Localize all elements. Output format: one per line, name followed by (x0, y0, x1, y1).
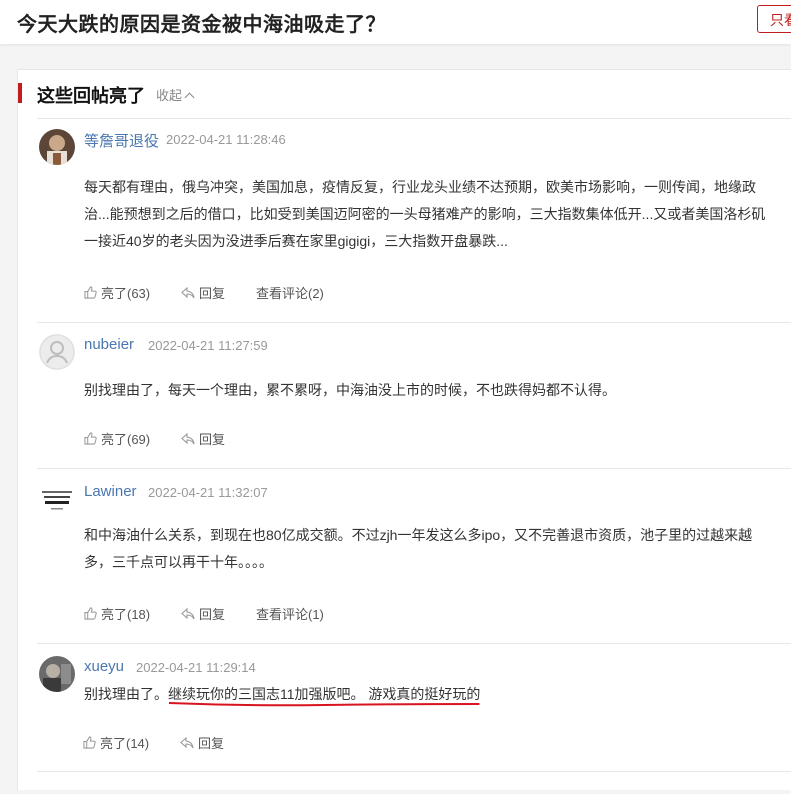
view-comments-link[interactable]: 查看评论(2) (256, 283, 324, 302)
reply-arrow-icon (181, 286, 195, 298)
reply-button[interactable]: 回复 (181, 429, 225, 448)
reply-arrow-icon (180, 736, 194, 748)
divider (37, 771, 791, 772)
like-label: 亮了(14) (100, 736, 150, 751)
red-underline-mark (168, 702, 480, 707)
chevron-up-icon (184, 92, 195, 103)
reply-label: 回复 (199, 607, 226, 622)
like-label: 亮了(63) (101, 286, 151, 301)
reply-label: 回复 (198, 736, 225, 751)
timestamp: 2022-04-21 11:29:14 (136, 660, 256, 675)
collapse-label: 收起 (156, 88, 183, 103)
avatar-image (39, 129, 75, 165)
content-prefix: 别找理由了。 (84, 686, 168, 702)
avatar[interactable] (39, 129, 75, 165)
username[interactable]: 等詹哥退役 (84, 130, 159, 151)
collapse-toggle[interactable]: 收起 (156, 85, 195, 104)
post-title: 今天大跌的原因是资金被中海油吸走了？ (17, 14, 386, 36)
reply-content: 别找理由了。继续玩你的三国志11加强版吧。 游戏真的挺好玩的 (84, 681, 774, 708)
reply-arrow-icon (181, 607, 195, 619)
view-comments-link[interactable]: 查看评论(1) (256, 604, 324, 623)
reply-item: Lawiner 2022-04-21 11:32:07 点 和中海油什么关系，到… (37, 469, 791, 644)
reply-label: 回复 (199, 286, 226, 301)
thumbs-up-icon (84, 432, 97, 445)
reply-button[interactable]: 回复 (180, 733, 224, 752)
panel-title: 这些回帖亮了 (37, 86, 145, 106)
reply-button[interactable]: 回复 (181, 604, 225, 623)
avatar-image (39, 656, 75, 692)
only-author-button[interactable]: 只看 (757, 5, 791, 33)
thumbs-up-icon (84, 286, 97, 299)
timestamp: 2022-04-21 11:27:59 (148, 338, 268, 353)
like-button[interactable]: 亮了(69) (84, 429, 150, 448)
timestamp: 2022-04-21 11:32:07 (148, 485, 268, 500)
username[interactable]: Lawiner (84, 483, 137, 500)
default-avatar-icon (39, 334, 75, 370)
timestamp: 2022-04-21 11:28:46 (166, 132, 286, 147)
reply-content: 每天都有理由，俄乌冲突，美国加息，疫情反复，行业龙头业绩不达预期，欧美市场影响，… (84, 179, 766, 249)
topbar: 今天大跌的原因是资金被中海油吸走了？ 只看 (0, 0, 791, 44)
avatar[interactable] (39, 656, 75, 692)
avatar-image (39, 481, 75, 517)
panel-header: 这些回帖亮了 收起 (18, 82, 791, 106)
reply-item: nubeier 2022-04-21 11:27:59 点 别找理由了，每天一个… (37, 323, 791, 469)
like-button[interactable]: 亮了(18) (84, 604, 150, 623)
like-label: 亮了(18) (101, 607, 151, 622)
comments-label: 查看评论(2) (256, 286, 324, 301)
thumbs-up-icon (84, 607, 97, 620)
reply-content: 别找理由了，每天一个理由，累不累呀，中海油没上市的时候，不也跌得妈都不认得。 (84, 382, 616, 398)
reply-list: 等詹哥退役 2022-04-21 11:28:46 点 每天都有理由，俄乌冲突，… (37, 118, 791, 791)
highlighted-text-value: 继续玩你的三国志11加强版吧。 游戏真的挺好玩的 (168, 686, 481, 702)
reply-content: 和中海油什么关系，到现在也80亿成交额。不过zjh一年发这么多ipo，又不完善退… (84, 527, 753, 570)
like-button[interactable]: 亮了(63) (84, 283, 150, 302)
like-button[interactable]: 亮了(14) (83, 733, 149, 752)
reply-label: 回复 (199, 432, 226, 447)
username[interactable]: xueyu (84, 658, 124, 675)
avatar[interactable] (39, 481, 75, 517)
username[interactable]: nubeier (84, 336, 134, 353)
reply-item: 等詹哥退役 2022-04-21 11:28:46 点 每天都有理由，俄乌冲突，… (37, 119, 791, 323)
hot-replies-panel: 这些回帖亮了 收起 等詹哥退役 2022-04-21 11:28:46 点 每天… (17, 69, 791, 790)
thumbs-up-icon (83, 736, 96, 749)
accent-bar (18, 83, 22, 103)
like-label: 亮了(69) (101, 432, 151, 447)
reply-button[interactable]: 回复 (181, 283, 225, 302)
highlighted-text: 继续玩你的三国志11加强版吧。 游戏真的挺好玩的 (168, 686, 481, 707)
comments-label: 查看评论(1) (256, 607, 324, 622)
reply-arrow-icon (181, 432, 195, 444)
avatar[interactable] (39, 334, 75, 370)
reply-actions: 亮了(14) 回复 (83, 733, 383, 751)
